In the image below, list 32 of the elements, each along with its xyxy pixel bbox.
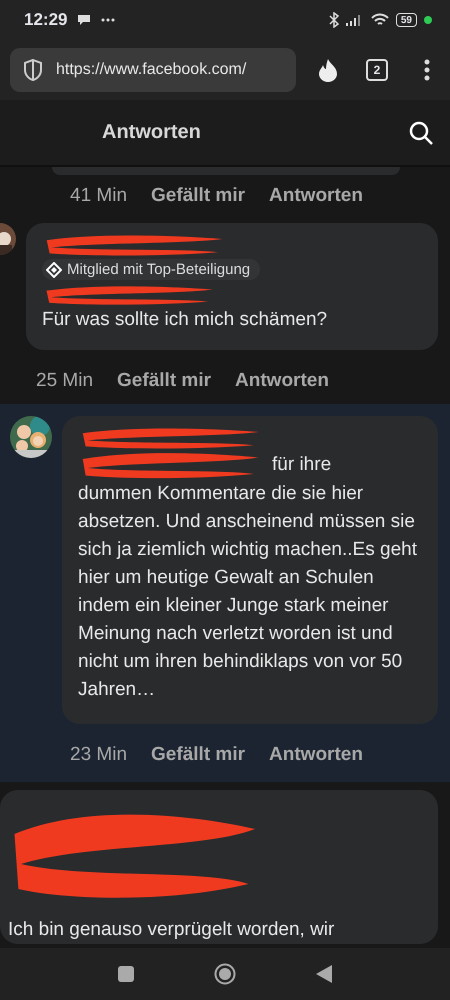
comment-text: Für was sollte ich mich schämen?: [42, 308, 328, 332]
wifi-icon: [370, 13, 389, 27]
back-icon[interactable]: [316, 965, 332, 983]
square-icon[interactable]: [118, 966, 134, 982]
comment-time: 23 Min: [70, 744, 128, 766]
comment-time: 25 Min: [36, 370, 94, 392]
diamond-icon: [46, 262, 62, 278]
tab-count-button[interactable]: 2: [366, 59, 388, 81]
like-link[interactable]: Gefällt mir: [117, 370, 212, 392]
comment-text: Ich bin genauso verprügelt worden, wir: [8, 918, 336, 942]
battery-icon: 59: [396, 13, 417, 27]
comment-time: 41 Min: [70, 185, 128, 207]
like-link[interactable]: Gefällt mir: [151, 744, 246, 766]
chat-icon: [77, 14, 92, 26]
clock: 12:29: [24, 10, 68, 30]
reply-link[interactable]: Antworten: [269, 744, 363, 766]
home-icon[interactable]: [214, 963, 236, 985]
reply-link[interactable]: Antworten: [269, 185, 363, 207]
reply-link[interactable]: Antworten: [235, 370, 329, 392]
comment-text: für ihre: [272, 453, 332, 477]
bluetooth-icon: [328, 12, 339, 28]
url-field[interactable]: https://www.facebook.com/: [10, 48, 296, 92]
member-badge: Mitglied mit Top-Beteiligung: [42, 259, 260, 280]
more-icon: [101, 18, 116, 22]
comment-text: dummen Kommentare die sie hier absetzen. Und anscheinend müssen sie sich ja ziemlich wichtig machen..Es geht hier um heutige Gewalt an Schulen indem ein kleiner Junge stark meiner Meinung nach verletzt worden ist und nicht um ihren behindiklaps von vor 50 Jahren…: [78, 482, 418, 702]
page-title: Antworten: [102, 121, 201, 144]
flame-icon[interactable]: [318, 58, 338, 82]
dot-icon: [424, 16, 432, 24]
menu-icon[interactable]: [424, 59, 430, 81]
search-icon[interactable]: [408, 120, 434, 146]
like-link[interactable]: Gefällt mir: [151, 185, 246, 207]
shield-icon: [22, 58, 44, 82]
